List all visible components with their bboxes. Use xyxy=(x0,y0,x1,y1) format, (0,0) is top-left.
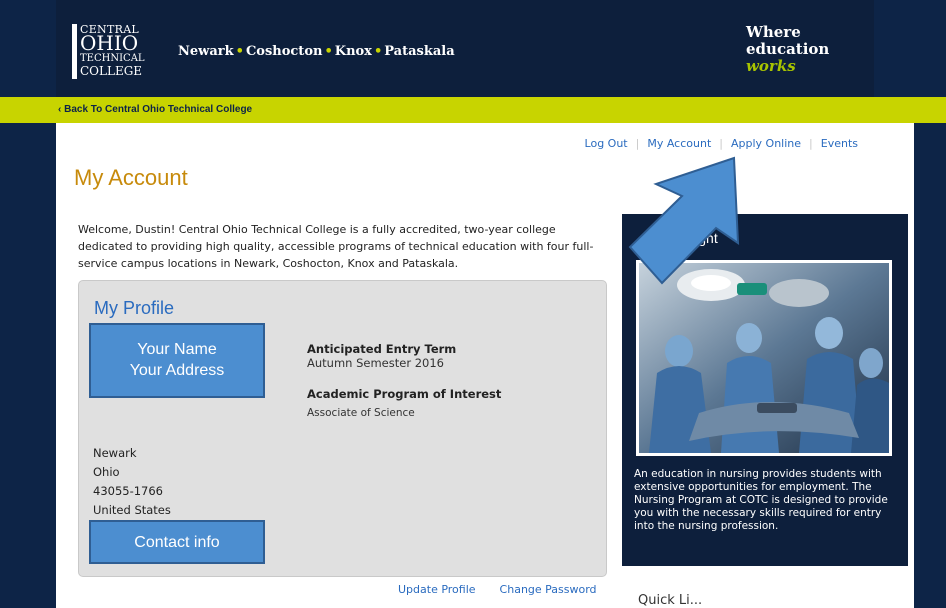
tagline: Where education works xyxy=(746,24,829,75)
campus-pataskala: Pataskala xyxy=(384,44,455,59)
surgery-scene-image xyxy=(639,263,889,453)
nav-separator: | xyxy=(719,137,723,150)
account-nav: Log Out | My Account | Apply Online | Events xyxy=(585,137,858,150)
annotation-address: Your Address xyxy=(129,362,225,379)
program-label: Academic Program of Interest xyxy=(307,387,502,401)
address-country: United States xyxy=(93,503,171,517)
contact-info-annotation: Contact info xyxy=(89,520,265,564)
site-header: CENTRAL OHIO TECHNICAL COLLEGE Newark • Co… xyxy=(56,0,874,97)
postal-address: Newark Ohio 43055-1766 United States xyxy=(93,444,171,520)
nursing-surgery-photo xyxy=(636,260,892,456)
program-spotlight: ...m Spotlight An education in nursing p… xyxy=(622,214,908,566)
logo-line-4: COLLEGE xyxy=(80,64,143,78)
logo-line-2: OHIO xyxy=(80,31,139,55)
nav-separator: | xyxy=(809,137,813,150)
profile-panel: My Profile Your Name Your Address Antici… xyxy=(78,280,607,577)
logo-bar xyxy=(72,24,77,79)
log-out-link[interactable]: Log Out xyxy=(585,137,628,150)
entry-term-label: Anticipated Entry Term xyxy=(307,342,457,356)
annotation-name: Your Name xyxy=(137,341,217,358)
campus-newark: Newark xyxy=(178,44,234,59)
welcome-text: Welcome, Dustin! Central Ohio Technical … xyxy=(78,223,594,270)
main-content: Log Out | My Account | Apply Online | Events M… xyxy=(56,123,914,608)
bullet-icon: • xyxy=(324,44,333,59)
back-to-college-link[interactable]: ‹ Back To Central Ohio Technical College xyxy=(58,104,252,115)
spotlight-description: An education in nursing provides student… xyxy=(634,468,888,532)
update-profile-link[interactable]: Update Profile xyxy=(398,583,476,596)
tagline-line-2: education xyxy=(746,40,830,58)
tagline-line-1: Where xyxy=(746,23,801,41)
profile-actions: Update Profile Change Password xyxy=(398,583,621,596)
program-value: Associate of Science xyxy=(307,407,415,419)
entry-term-value: Autumn Semester 2016 xyxy=(307,356,444,370)
tagline-line-3: works xyxy=(746,57,796,75)
campus-knox: Knox xyxy=(334,44,372,59)
campus-list: Newark • Coshocton • Knox • Pataskala xyxy=(178,44,455,59)
address-state: Ohio xyxy=(93,465,120,479)
page-title: My Account xyxy=(74,165,188,190)
profile-title: My Profile xyxy=(94,298,175,318)
college-logo[interactable]: CENTRAL OHIO TECHNICAL COLLEGE xyxy=(72,24,145,80)
logo-line-3: TECHNICAL xyxy=(80,53,145,64)
bullet-icon: • xyxy=(373,44,383,59)
quick-links-heading: Quick Li... xyxy=(638,593,703,608)
change-password-link[interactable]: Change Password xyxy=(500,583,597,596)
bullet-icon: • xyxy=(235,44,244,59)
apply-online-link[interactable]: Apply Online xyxy=(731,137,801,150)
nav-separator: | xyxy=(635,137,640,150)
spotlight-title: ...m Spotlight xyxy=(636,230,718,246)
breadcrumb-bar: ‹ Back To Central Ohio Technical College xyxy=(0,97,946,123)
address-city: Newark xyxy=(93,446,137,460)
name-address-annotation: Your Name Your Address xyxy=(89,323,265,398)
address-zip: 43055-1766 xyxy=(93,484,163,498)
events-link[interactable]: Events xyxy=(821,137,858,150)
campus-coshocton: Coshocton xyxy=(245,44,323,59)
my-account-link[interactable]: My Account xyxy=(647,137,711,150)
